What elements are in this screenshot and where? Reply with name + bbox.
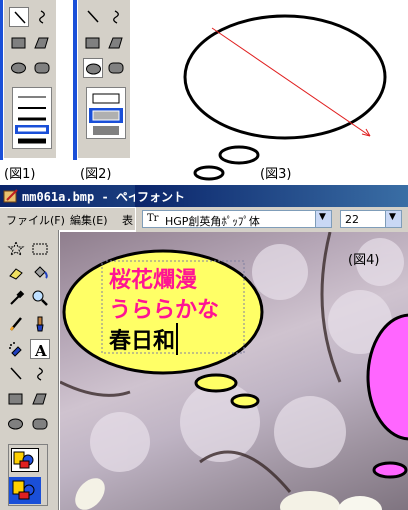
fig3-speech-bubble bbox=[183, 14, 387, 181]
rounded-rect-tool[interactable] bbox=[32, 58, 52, 78]
opaque-background-option[interactable] bbox=[11, 448, 39, 472]
polygon-tool[interactable] bbox=[106, 33, 126, 53]
ellipse-tool[interactable] bbox=[9, 58, 29, 78]
curve-icon bbox=[37, 367, 43, 381]
ellipse-icon bbox=[11, 62, 26, 74]
curve-tool[interactable] bbox=[30, 364, 50, 384]
pencil-icon bbox=[9, 317, 22, 331]
polygon-tool[interactable] bbox=[32, 33, 52, 53]
eraser-icon bbox=[9, 268, 23, 280]
font-toolbar-title: フォント bbox=[137, 190, 186, 204]
curve-tool[interactable] bbox=[106, 7, 126, 27]
fill-bucket-icon bbox=[34, 266, 48, 279]
pencil-tool[interactable] bbox=[6, 314, 26, 334]
text-icon: A bbox=[34, 342, 47, 360]
font-name-select[interactable]: Tr HGP創英角ﾎﾟｯﾌﾟ体 ▼ bbox=[142, 210, 332, 228]
rectangle-icon bbox=[11, 37, 26, 49]
text-tool-selected[interactable]: A bbox=[30, 339, 50, 360]
canvas-text-line1[interactable]: 桜花爛漫 bbox=[109, 262, 197, 294]
canvas-text-line3[interactable]: 春日和 bbox=[109, 323, 179, 355]
airbrush-icon bbox=[9, 342, 22, 357]
truetype-font-icon: Tr bbox=[147, 213, 159, 224]
font-name-value: HGP創英角ﾎﾟｯﾌﾟ体 bbox=[165, 215, 260, 228]
fig1-caption: (図1) bbox=[4, 167, 36, 182]
chevron-down-icon[interactable]: ▼ bbox=[315, 211, 331, 227]
ellipse-icon bbox=[86, 63, 101, 75]
menu-file[interactable]: ファイル(F) bbox=[6, 212, 65, 228]
line-icon bbox=[87, 10, 99, 23]
select-tool[interactable] bbox=[30, 239, 50, 259]
rounded-rect-icon bbox=[108, 62, 124, 74]
ellipse-icon bbox=[8, 418, 23, 430]
polygon-tool[interactable] bbox=[30, 389, 50, 409]
fig1-accent-bar bbox=[0, 0, 3, 160]
magnifier-tool[interactable] bbox=[30, 288, 50, 308]
magnifier-icon bbox=[32, 290, 48, 306]
polygon-icon bbox=[34, 37, 49, 49]
rectangle-tool[interactable] bbox=[9, 33, 29, 53]
ellipse-tool[interactable] bbox=[6, 414, 26, 434]
fill-style-icon bbox=[89, 93, 123, 135]
drawing-canvas[interactable]: 桜花爛漫 うららかな 春日和 (図4) bbox=[60, 232, 408, 510]
font-size-value: 22 bbox=[345, 213, 359, 226]
line-width-icon bbox=[15, 96, 49, 144]
fill-tool[interactable] bbox=[30, 263, 50, 283]
rounded-rect-tool[interactable] bbox=[30, 414, 50, 434]
line-icon bbox=[10, 367, 22, 380]
fig2-caption: (図2) bbox=[80, 167, 112, 182]
free-form-select-tool[interactable] bbox=[6, 239, 26, 259]
opaque-shapes-icon bbox=[13, 451, 34, 469]
fill-style-selector[interactable] bbox=[86, 87, 126, 139]
airbrush-tool[interactable] bbox=[6, 339, 26, 359]
svg-text:A: A bbox=[34, 342, 47, 360]
eraser-tool[interactable] bbox=[6, 263, 26, 283]
rectangle-icon bbox=[85, 37, 100, 49]
brush-tool[interactable] bbox=[30, 314, 50, 334]
transparent-background-option[interactable] bbox=[9, 477, 41, 504]
canvas-text-line2[interactable]: うららかな bbox=[109, 292, 219, 324]
font-size-select[interactable]: 22 ▼ bbox=[340, 210, 402, 228]
line-tool[interactable] bbox=[6, 364, 26, 384]
line-tool[interactable] bbox=[9, 7, 29, 27]
line-icon bbox=[14, 11, 26, 24]
line-width-selector[interactable] bbox=[12, 87, 52, 149]
rounded-rect-icon bbox=[34, 62, 50, 74]
fig4-caption: (図4) bbox=[348, 253, 380, 268]
rounded-rect-icon bbox=[32, 418, 48, 430]
line-tool[interactable] bbox=[83, 7, 103, 27]
chevron-down-icon[interactable]: ▼ bbox=[385, 211, 401, 227]
rectangle-tool[interactable] bbox=[83, 33, 103, 53]
fig2-accent-bar bbox=[73, 0, 77, 160]
eyedropper-icon bbox=[10, 290, 25, 305]
polygon-icon bbox=[108, 37, 123, 49]
fig3-caption: (図3) bbox=[260, 167, 292, 182]
select-icon bbox=[32, 243, 48, 255]
menu-edit[interactable]: 編集(E) bbox=[70, 212, 108, 228]
star-select-icon bbox=[7, 240, 25, 257]
curve-icon bbox=[39, 10, 45, 24]
transparent-shapes-icon bbox=[12, 480, 35, 500]
curve-icon bbox=[113, 10, 119, 24]
menu-view[interactable]: 表 bbox=[122, 212, 133, 228]
ellipse-tool-selected[interactable] bbox=[83, 58, 103, 78]
rectangle-icon bbox=[8, 393, 23, 405]
brush-icon bbox=[36, 316, 44, 332]
rounded-rect-tool[interactable] bbox=[106, 58, 126, 78]
curve-tool[interactable] bbox=[32, 7, 52, 27]
rectangle-tool[interactable] bbox=[6, 389, 26, 409]
paint-app-icon bbox=[3, 189, 18, 203]
polygon-icon bbox=[32, 393, 47, 405]
pick-color-tool[interactable] bbox=[6, 288, 26, 308]
